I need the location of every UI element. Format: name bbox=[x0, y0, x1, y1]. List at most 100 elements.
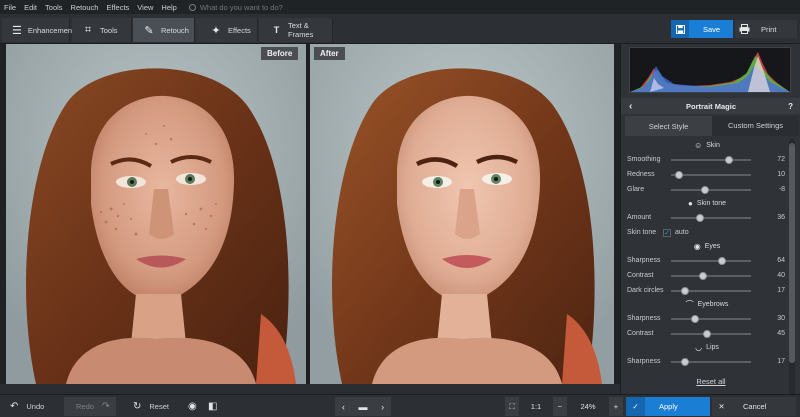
slider-thumb[interactable] bbox=[718, 257, 727, 265]
magic-wand-icon: ✦ bbox=[211, 24, 221, 37]
slider-thumb[interactable] bbox=[703, 330, 711, 338]
menu-tools[interactable]: Tools bbox=[45, 3, 63, 12]
slider-track[interactable] bbox=[671, 275, 751, 277]
folder-icon[interactable]: ▬ bbox=[358, 402, 367, 412]
slider-thumb[interactable] bbox=[680, 358, 689, 366]
menu-file[interactable]: File bbox=[4, 3, 16, 12]
tab-enhancement[interactable]: ☰ Enhancement bbox=[2, 18, 74, 42]
print-label: Print bbox=[761, 24, 777, 34]
apply-button[interactable]: ✓ Apply bbox=[626, 397, 710, 416]
slider-thumb[interactable] bbox=[724, 156, 733, 164]
slider-smoothing[interactable]: Smoothing 72 bbox=[627, 152, 787, 167]
slider-track[interactable] bbox=[671, 260, 751, 262]
search-input[interactable] bbox=[199, 2, 300, 12]
slider-eyes-sharpness[interactable]: Sharpness 64 bbox=[627, 253, 787, 268]
slider-eyebrows-sharpness[interactable]: Sharpness 30 bbox=[627, 311, 787, 326]
undo-button[interactable]: ↶ Undo bbox=[10, 395, 44, 417]
fit-screen-icon[interactable]: ⛶ bbox=[505, 397, 519, 416]
zoom-1to1-button[interactable]: 1:1 bbox=[525, 397, 547, 416]
slider-thumb[interactable] bbox=[700, 186, 709, 194]
reset-all-link[interactable]: Reset all bbox=[621, 377, 800, 386]
print-button[interactable]: Print bbox=[735, 20, 797, 38]
next-icon[interactable]: › bbox=[381, 402, 384, 412]
menu-retouch[interactable]: Retouch bbox=[71, 3, 99, 12]
tab-retouch[interactable]: ✎ Retouch bbox=[133, 18, 195, 42]
slider-track[interactable] bbox=[671, 189, 751, 191]
redo-icon: ↷ bbox=[101, 401, 110, 412]
menu-edit[interactable]: Edit bbox=[24, 3, 37, 12]
bottom-bar: ↶ Undo Redo ↷ ↻ Reset ◉ ◧ ‹ ▬ › ⛶ 1:1 − … bbox=[0, 394, 800, 417]
menu-effects[interactable]: Effects bbox=[106, 3, 129, 12]
slider-track[interactable] bbox=[671, 318, 751, 320]
preview-toggle[interactable]: ◉ bbox=[188, 395, 205, 417]
slider-dark-circles[interactable]: Dark circles 17 bbox=[627, 283, 787, 298]
tab-label: Text & Frames bbox=[287, 21, 314, 39]
zoom-out-icon[interactable]: − bbox=[553, 397, 567, 416]
reset-label: Reset bbox=[149, 402, 169, 411]
save-button[interactable]: Save bbox=[671, 20, 733, 38]
scrollbar-thumb[interactable] bbox=[789, 143, 795, 363]
eyebrow-icon: ⌒ bbox=[685, 300, 694, 309]
help-icon[interactable]: ? bbox=[788, 102, 793, 111]
slider-track[interactable] bbox=[671, 217, 751, 219]
slider-value: 40 bbox=[777, 272, 785, 279]
slider-thumb[interactable] bbox=[695, 214, 704, 222]
slider-track[interactable] bbox=[671, 159, 751, 161]
menu-help[interactable]: Help bbox=[161, 3, 176, 12]
zoom-in-icon[interactable]: + bbox=[609, 397, 623, 416]
tab-custom-settings[interactable]: Custom Settings bbox=[712, 116, 799, 136]
auto-checkbox[interactable]: ✓ bbox=[663, 228, 671, 237]
skin-tone-auto-row: Skin tone ✓ auto bbox=[627, 225, 787, 240]
slider-value: 30 bbox=[777, 315, 785, 322]
section-eyes: ◉ Eyes bbox=[627, 240, 787, 253]
undo-label: Undo bbox=[26, 402, 45, 411]
tab-label: Retouch bbox=[161, 25, 189, 35]
panel-scrollbar[interactable] bbox=[789, 139, 795, 409]
slider-thumb[interactable] bbox=[675, 171, 683, 179]
image-navigation: ‹ ▬ › bbox=[335, 397, 391, 416]
slider-redness[interactable]: Redness 10 bbox=[627, 167, 787, 182]
back-icon[interactable]: ‹ bbox=[629, 101, 632, 112]
cancel-label: Cancel bbox=[743, 402, 767, 411]
redo-button[interactable]: Redo ↷ bbox=[64, 397, 116, 416]
tab-tools[interactable]: ⌗ Tools bbox=[72, 18, 132, 42]
zoom-level[interactable]: 24% bbox=[573, 397, 603, 416]
slider-track[interactable] bbox=[671, 174, 751, 176]
brush-icon: ✎ bbox=[144, 24, 154, 37]
checkbox-row-label: Skin tone bbox=[627, 229, 657, 236]
slider-label: Contrast bbox=[627, 272, 654, 279]
face-icon: ☺ bbox=[694, 141, 703, 150]
zoom-controls: ⛶ 1:1 − 24% + bbox=[505, 397, 629, 416]
compare-toggle[interactable]: ◧ bbox=[208, 395, 225, 417]
slider-glare[interactable]: Glare -8 bbox=[627, 182, 787, 197]
slider-thumb[interactable] bbox=[691, 315, 699, 323]
tab-effects[interactable]: ✦ Effects bbox=[196, 18, 258, 42]
reset-icon: ↻ bbox=[133, 401, 142, 412]
slider-label: Sharpness bbox=[627, 315, 661, 322]
slider-lips-sharpness[interactable]: Sharpness 17 bbox=[627, 354, 787, 369]
reset-button[interactable]: ↻ Reset bbox=[133, 395, 169, 417]
section-eyebrows: ⌒ Eyebrows bbox=[627, 298, 787, 311]
slider-eyes-contrast[interactable]: Contrast 40 bbox=[627, 268, 787, 283]
tab-text-frames[interactable]: T Text & Frames bbox=[259, 18, 333, 42]
right-panel: ‹ Portrait Magic ? Select Style Custom S… bbox=[620, 44, 800, 409]
style-subtabs: Select Style Custom Settings bbox=[625, 116, 799, 136]
previous-icon[interactable]: ‹ bbox=[342, 402, 345, 412]
histogram bbox=[629, 47, 791, 93]
cancel-button[interactable]: ✕ Cancel bbox=[712, 397, 796, 416]
checkmark-icon: ✓ bbox=[626, 397, 645, 416]
redo-label: Redo bbox=[76, 402, 94, 411]
crop-icon: ⌗ bbox=[84, 23, 92, 36]
slider-thumb[interactable] bbox=[699, 272, 707, 280]
slider-thumb[interactable] bbox=[680, 287, 689, 295]
search-icon bbox=[188, 3, 196, 11]
section-skin: ☺ Skin bbox=[627, 139, 787, 152]
checkbox-label: auto bbox=[675, 229, 689, 236]
slider-track[interactable] bbox=[671, 333, 751, 335]
slider-eyebrows-contrast[interactable]: Contrast 45 bbox=[627, 326, 787, 341]
slider-amount[interactable]: Amount 36 bbox=[627, 210, 787, 225]
tab-select-style[interactable]: Select Style bbox=[625, 116, 712, 136]
slider-label: Glare bbox=[627, 186, 645, 193]
menu-view[interactable]: View bbox=[137, 3, 153, 12]
image-canvas[interactable]: Before After bbox=[0, 44, 620, 384]
